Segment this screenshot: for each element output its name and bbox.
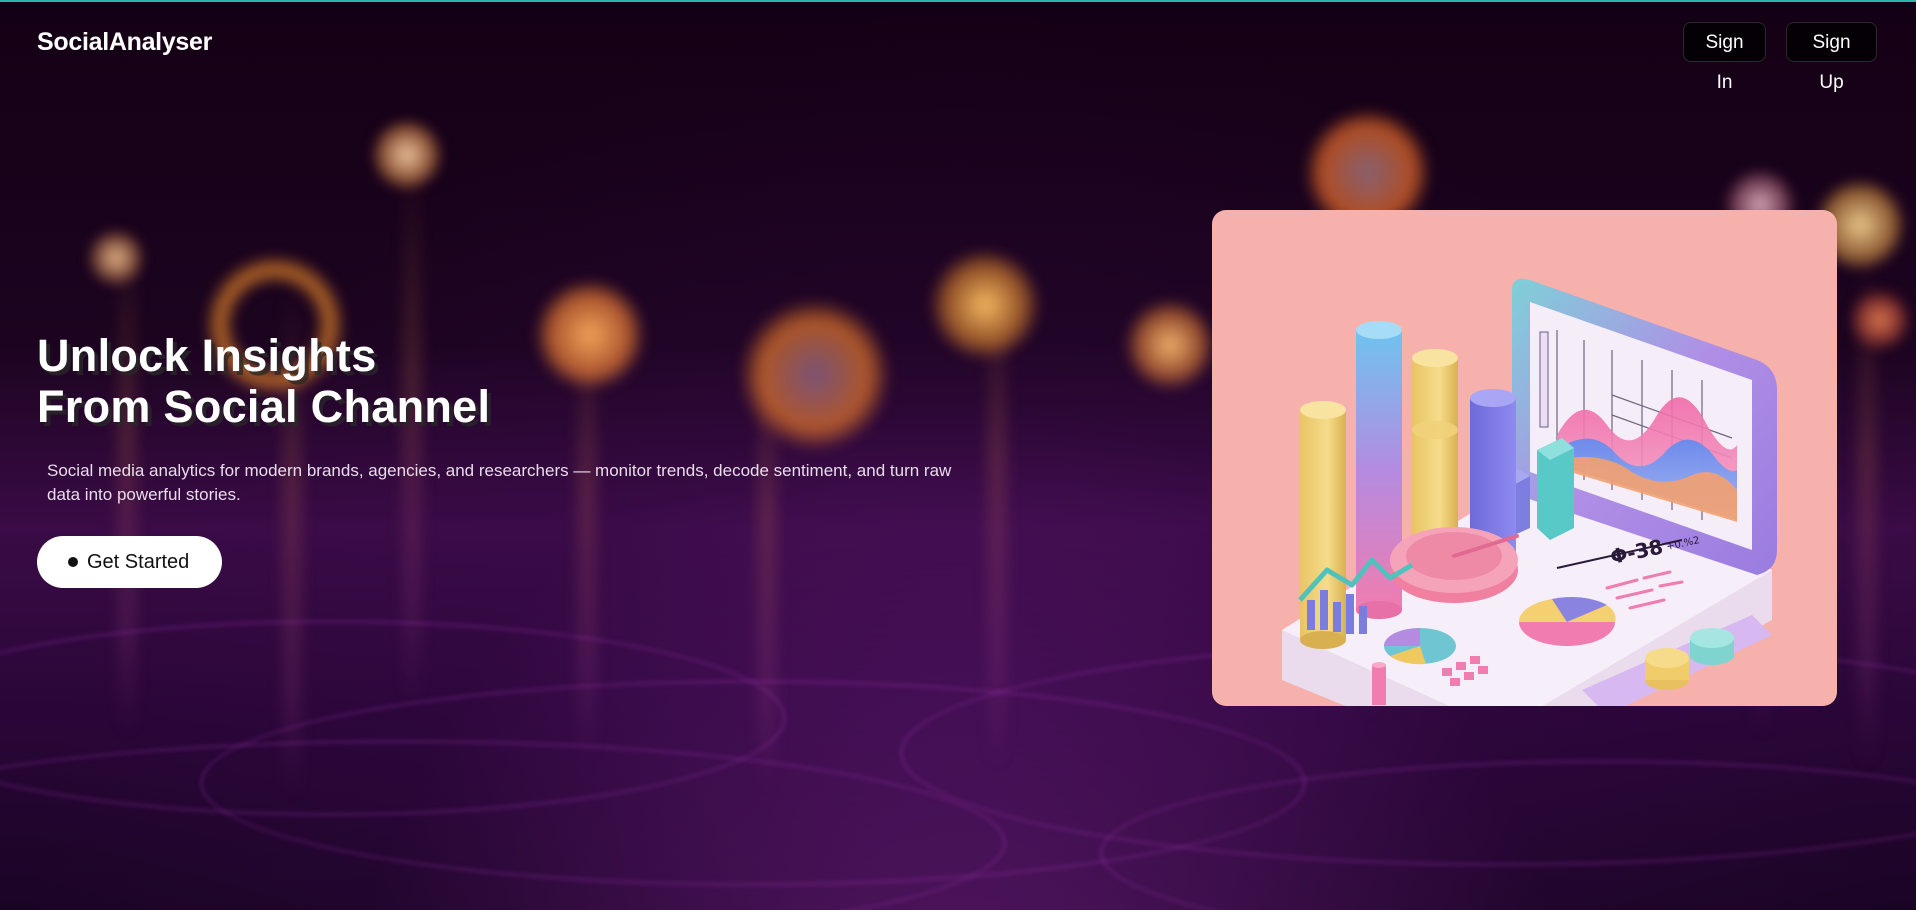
top-navigation: SocialAnalyser Sign In Sign Up (0, 0, 1916, 93)
get-started-button[interactable]: Get Started (37, 536, 222, 588)
hero-title: Unlock Insights From Social Channel (37, 330, 490, 432)
bokeh-light (535, 280, 645, 390)
bokeh-light (372, 120, 442, 190)
dot-icon (68, 557, 78, 567)
bokeh-light (930, 250, 1040, 360)
sign-up-button[interactable]: Sign Up (1786, 22, 1877, 93)
bokeh-light (88, 230, 144, 286)
hero-title-line-1: Unlock Insights (37, 330, 377, 381)
bokeh-light (740, 300, 890, 450)
hero-subtitle: Social media analytics for modern brands… (47, 461, 952, 504)
hero-title-line-2: From Social Channel (37, 381, 491, 432)
hero-illustration: Φ-38 +0.%2 (1212, 210, 1837, 706)
get-started-label: Get Started (87, 550, 190, 573)
sign-in-button[interactable]: Sign In (1683, 22, 1766, 93)
isometric-dashboard-illustration: Φ-38 +0.%2 (1282, 278, 1777, 706)
brand-logo-text[interactable]: SocialAnalyser (37, 28, 212, 57)
bokeh-light (1125, 300, 1215, 390)
bokeh-light (1850, 290, 1910, 350)
